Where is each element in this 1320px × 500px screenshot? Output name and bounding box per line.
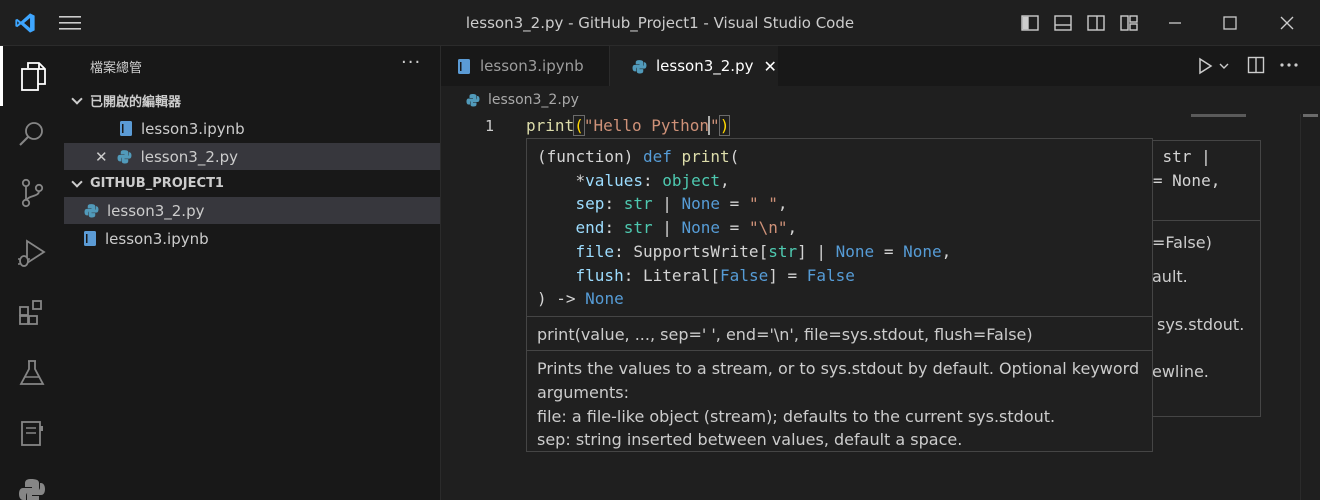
tab-label: lesson3_2.py <box>656 57 754 75</box>
notebook-icon <box>458 58 470 74</box>
open-editors-title: 已開啟的編輯器 <box>90 95 182 110</box>
python-icon <box>632 59 647 73</box>
search-button[interactable] <box>0 104 64 164</box>
signature-line: flush: Literal[False] = False <box>575 266 855 285</box>
chevron-down-icon <box>71 92 83 105</box>
extensions-icon <box>19 300 42 325</box>
extensions-button[interactable] <box>0 283 64 343</box>
breadcrumb: lesson3_2.py <box>441 86 1320 114</box>
explorer-button[interactable] <box>0 46 64 106</box>
line-number: 1 <box>485 117 495 135</box>
close-window-icon[interactable] <box>1277 13 1297 33</box>
file-item[interactable]: lesson3_2.py <box>64 197 440 224</box>
minimize-icon[interactable] <box>1165 13 1185 33</box>
search-icon <box>19 122 43 146</box>
doc-line: sep: string inserted between values, def… <box>537 430 963 449</box>
tab-lesson3-ipynb[interactable]: lesson3.ipynb <box>441 46 610 86</box>
chevron-down-icon <box>71 175 83 188</box>
run-file-icon[interactable] <box>1197 56 1213 76</box>
vertical-scrollbar[interactable] <box>1300 114 1320 500</box>
code-line[interactable]: print("Hello Python") <box>526 115 731 136</box>
more-actions-icon[interactable]: ··· <box>401 52 421 73</box>
source-control-icon <box>21 178 44 208</box>
chevron-down-icon[interactable] <box>1219 61 1229 71</box>
doc-line: arguments: <box>537 383 629 402</box>
flask-icon <box>19 360 45 385</box>
toggle-secondary-sidebar-icon[interactable] <box>1086 13 1106 33</box>
notebook-icon <box>21 421 43 446</box>
doc-signature: print(value, ..., sep=' ', end='\n', fil… <box>537 325 1033 344</box>
python-icon <box>84 204 99 218</box>
close-editor-icon[interactable]: ✕ <box>95 148 108 166</box>
close-tab-icon[interactable]: ✕ <box>763 57 776 76</box>
open-editor-label: lesson3.ipynb <box>141 119 245 138</box>
notebook-icon <box>84 231 96 246</box>
hover-divider <box>527 350 1152 351</box>
run-debug-button[interactable] <box>0 223 64 283</box>
activity-bar <box>0 46 64 500</box>
customize-layout-icon[interactable] <box>1119 13 1139 33</box>
code-paren-open: ( <box>573 115 585 136</box>
files-icon <box>20 62 46 91</box>
notebook-button[interactable] <box>0 403 64 463</box>
python-icon <box>466 94 480 107</box>
file-item[interactable]: lesson3.ipynb <box>64 225 440 252</box>
minimap-line <box>1191 114 1246 117</box>
source-control-button[interactable] <box>0 163 64 223</box>
tab-label: lesson3.ipynb <box>480 57 584 75</box>
code-string-end: " <box>710 116 720 135</box>
background-hover-line: sys.stdout. <box>1157 315 1245 334</box>
python-icon <box>117 150 132 164</box>
project-folder-section[interactable]: GITHUB_PROJECT1 <box>64 170 440 197</box>
project-folder-title: GITHUB_PROJECT1 <box>90 176 224 191</box>
doc-line: file: a file-like object (stream); defau… <box>537 407 1056 426</box>
open-editor-item[interactable]: lesson3.ipynb <box>64 115 440 142</box>
signature-line: (function) def print( <box>537 147 740 166</box>
background-hover-line: =False) <box>1152 233 1212 252</box>
code-paren-close: ) <box>718 115 731 136</box>
background-hover-line: ault. <box>1152 267 1188 286</box>
editor-tab-bar: lesson3.ipynb lesson3_2.py ✕ <box>441 46 1320 86</box>
signature-line: file: SupportsWrite[str] | None = None, <box>575 242 952 261</box>
signature-line: ) -> None <box>537 289 624 308</box>
signature-hover-widget[interactable]: (function) def print( *values: object, s… <box>526 138 1153 452</box>
explorer-sidebar: 檔案總管 ··· 已開啟的編輯器 lesson3.ipynb ✕ lesson3… <box>64 46 441 500</box>
toggle-primary-sidebar-icon[interactable] <box>1020 13 1040 33</box>
file-label: lesson3_2.py <box>107 201 205 220</box>
hover-divider <box>527 316 1152 317</box>
tab-lesson3-2-py[interactable]: lesson3_2.py ✕ <box>610 46 778 86</box>
testing-button[interactable] <box>0 343 64 403</box>
split-editor-icon[interactable] <box>1247 56 1265 74</box>
signature-line: end: str | None = "\n", <box>575 218 798 237</box>
open-editors-section[interactable]: 已開啟的編輯器 <box>64 87 440 114</box>
file-label: lesson3.ipynb <box>105 229 209 248</box>
open-editor-item[interactable]: ✕ lesson3_2.py <box>64 143 440 170</box>
python-icon <box>19 479 45 500</box>
code-function: print <box>526 116 575 135</box>
background-hover-line: ewline. <box>1152 362 1209 381</box>
doc-line: Prints the values to a stream, or to sys… <box>537 359 1140 378</box>
signature-line: sep: str | None = " ", <box>575 194 788 213</box>
toggle-panel-icon[interactable] <box>1053 13 1073 33</box>
more-actions-icon[interactable] <box>1279 62 1299 68</box>
run-debug-icon <box>18 239 46 267</box>
breadcrumb-file[interactable]: lesson3_2.py <box>488 92 579 108</box>
signature-line: *values: object, <box>537 171 730 190</box>
maximize-icon[interactable] <box>1220 13 1240 33</box>
explorer-title: 檔案總管 <box>90 61 143 76</box>
python-button[interactable] <box>0 461 64 500</box>
title-bar: lesson3_2.py - GitHub_Project1 - Visual … <box>0 0 1320 46</box>
scrollbar-cursor-marker <box>1303 114 1318 117</box>
code-string: "Hello Python <box>583 116 710 135</box>
open-editor-label: lesson3_2.py <box>140 147 239 166</box>
notebook-icon <box>120 121 132 136</box>
